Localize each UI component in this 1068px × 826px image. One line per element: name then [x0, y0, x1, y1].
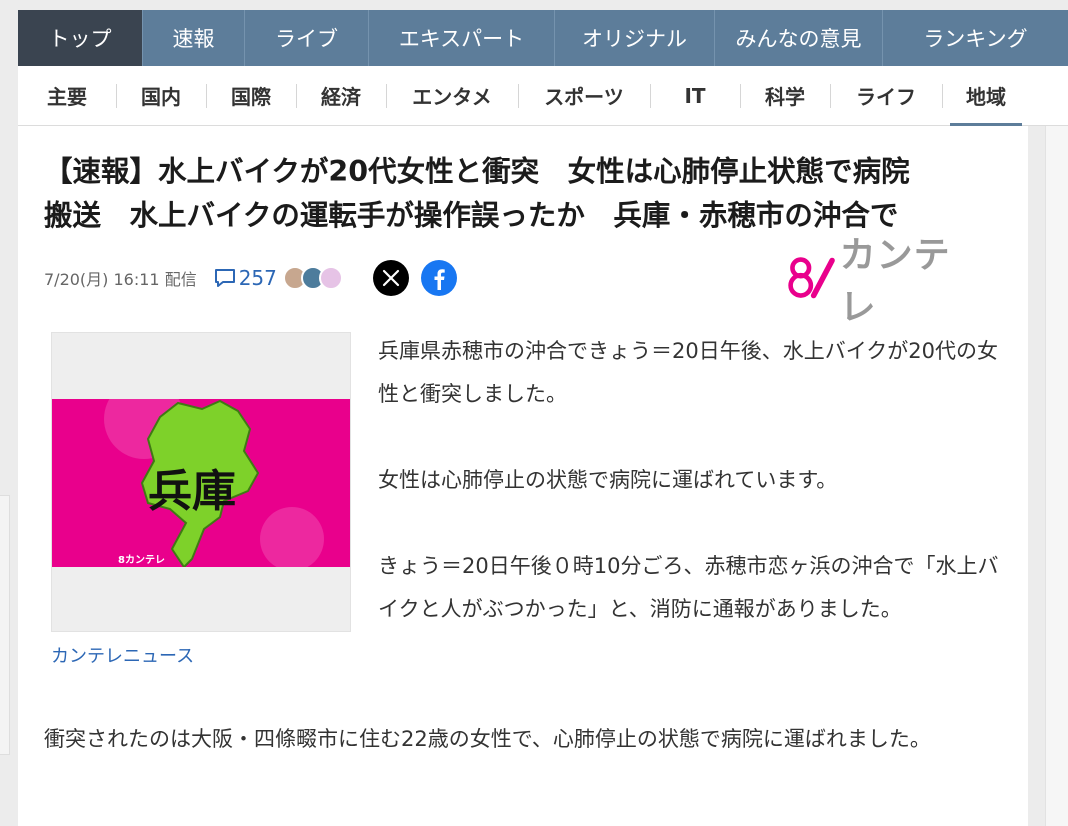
- publish-date: 7/20(月) 16:11 配信: [44, 270, 197, 289]
- kantele-8-logo-icon: [788, 257, 835, 299]
- share-facebook-button[interactable]: [420, 260, 457, 296]
- publisher-logo[interactable]: カンテレ: [786, 235, 976, 328]
- article-card: 【速報】水上バイクが20代女性と衝突 女性は心肺停止状態で病院 搬送 水上バイク…: [18, 126, 1028, 826]
- publisher-logo-text: カンテレ: [839, 235, 951, 328]
- image-pink-band: 兵庫 8カンテレ: [52, 399, 350, 567]
- comment-bubble-icon: [214, 269, 235, 287]
- top-navigation: トップ 速報 ライブ エキスパート オリジナル みんなの意見 ランキング: [18, 10, 1068, 66]
- category-entertainment[interactable]: エンタメ: [386, 66, 518, 126]
- headline-line-2: 搬送 水上バイクの運転手が操作誤ったか 兵庫・赤穂市の沖合で: [44, 199, 899, 232]
- tab-ranking[interactable]: ランキング: [882, 10, 1068, 66]
- side-panel-handle[interactable]: [0, 495, 10, 755]
- article-paragraph: きょう＝20日午後０時10分ごろ、赤穂市恋ヶ浜の沖合で「水上バイクと人がぶつかっ…: [378, 554, 999, 621]
- category-sports[interactable]: スポーツ: [518, 66, 650, 126]
- category-navigation: 主要 国内 国際 経済 エンタメ スポーツ IT 科学 ライフ 地域: [18, 66, 1068, 127]
- tab-top[interactable]: トップ: [18, 10, 142, 66]
- category-main[interactable]: 主要: [18, 66, 116, 126]
- article-paragraph: 衝突されたのは大阪・四條畷市に住む22歳の女性で、心肺停止の状態で病院に運ばれま…: [44, 727, 931, 751]
- article-body-full: 衝突されたのは大阪・四條畷市に住む22歳の女性で、心肺停止の状態で病院に運ばれま…: [44, 718, 1004, 761]
- category-international[interactable]: 国際: [206, 66, 296, 126]
- share-x-button[interactable]: [372, 260, 409, 296]
- category-domestic[interactable]: 国内: [116, 66, 206, 126]
- commenter-avatars[interactable]: [282, 266, 343, 290]
- headline-line-1: 【速報】水上バイクが20代女性と衝突 女性は心肺停止状態で病院: [44, 155, 910, 188]
- category-it[interactable]: IT: [650, 66, 740, 126]
- image-caption-link[interactable]: カンテレニュース: [51, 642, 194, 668]
- category-economy[interactable]: 経済: [296, 66, 386, 126]
- tab-original[interactable]: オリジナル: [554, 10, 714, 66]
- facebook-logo-icon: [434, 269, 445, 290]
- comment-count: 257: [238, 266, 277, 290]
- image-watermark: 8カンテレ: [118, 555, 165, 566]
- comments-link[interactable]: 257: [213, 266, 277, 290]
- prefecture-label: 兵庫: [148, 466, 236, 517]
- tab-opinions[interactable]: みんなの意見: [714, 10, 882, 66]
- article-image[interactable]: 兵庫 8カンテレ: [51, 332, 351, 632]
- category-local[interactable]: 地域: [942, 66, 1030, 127]
- x-logo-icon: [382, 269, 399, 287]
- tab-breaking[interactable]: 速報: [142, 10, 244, 66]
- article-body-side: 兵庫県赤穂市の沖合できょう＝20日午後、水上バイクが20代の女性と衝突しました。…: [378, 330, 1008, 674]
- avatar-icon: [318, 266, 343, 290]
- article-paragraph: 女性は心肺停止の状態で病院に運ばれています。: [378, 468, 838, 492]
- article-paragraph: 兵庫県赤穂市の沖合できょう＝20日午後、水上バイクが20代の女性と衝突しました。: [378, 339, 999, 406]
- category-science[interactable]: 科学: [740, 66, 830, 126]
- tab-live[interactable]: ライブ: [244, 10, 368, 66]
- right-sidebar: [1045, 126, 1068, 826]
- article-headline: 【速報】水上バイクが20代女性と衝突 女性は心肺停止状態で病院 搬送 水上バイク…: [44, 150, 1004, 238]
- tab-expert[interactable]: エキスパート: [368, 10, 554, 66]
- category-life[interactable]: ライフ: [830, 66, 942, 126]
